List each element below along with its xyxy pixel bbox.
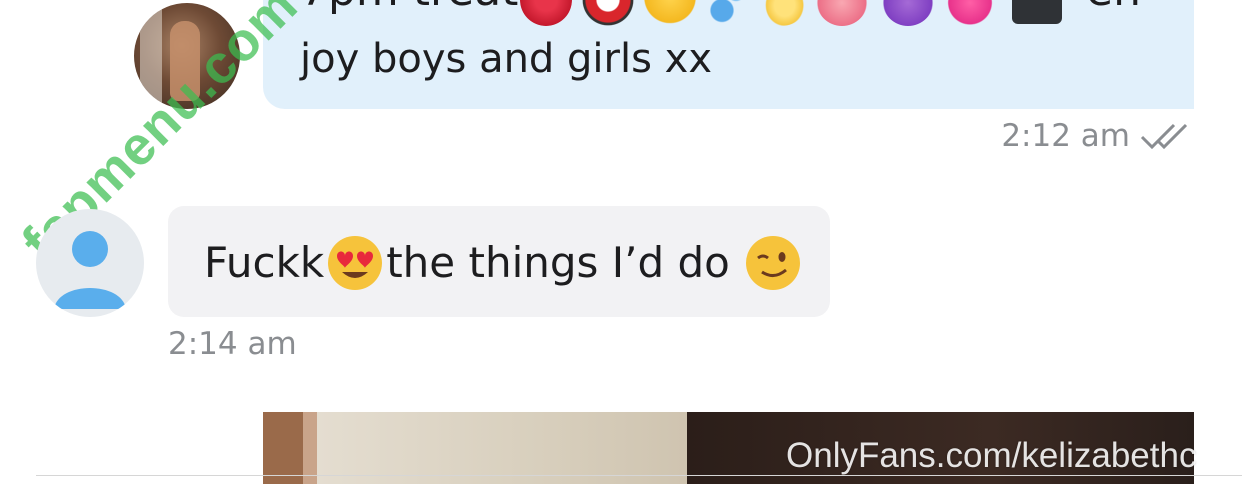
camera-icon [1012, 0, 1062, 24]
divider [36, 475, 1242, 476]
devil-face-icon [882, 0, 934, 26]
incoming-message-text: Fuckk the things I’d do [204, 233, 804, 293]
winking-face-icon [745, 236, 800, 290]
outgoing-message-meta: 2:12 am [1001, 118, 1194, 154]
outgoing-text-start: 7pm treat [300, 0, 518, 16]
double-check-icon [1140, 123, 1188, 150]
incoming-text-end: the things I’d do [386, 238, 730, 287]
outgoing-text-hyphenated: en- [1086, 0, 1157, 17]
pink-heart-icon [944, 0, 996, 26]
incoming-timestamp: 2:14 am [168, 326, 297, 362]
no-under-18-icon [582, 0, 634, 26]
kissing-face-with-heart-icon [644, 0, 696, 26]
recipient-avatar[interactable] [36, 209, 144, 317]
outgoing-message-line1: 7pm treat en- [300, 0, 1157, 17]
sweat-droplets-icon [706, 0, 746, 26]
default-user-icon [54, 231, 126, 309]
incoming-text-start: Fuckk [204, 238, 325, 287]
banana-icon [756, 0, 808, 26]
heart-eyes-face-icon [328, 236, 383, 290]
outgoing-message-line2: joy boys and girls xx [300, 36, 712, 82]
kiss-mark-icon [520, 0, 572, 26]
onlyfans-watermark: OnlyFans.com/kelizabethc [786, 436, 1197, 475]
outgoing-timestamp: 2:12 am [1001, 118, 1130, 154]
outgoing-emoji-row [520, 0, 1080, 34]
peach-icon [816, 0, 868, 26]
